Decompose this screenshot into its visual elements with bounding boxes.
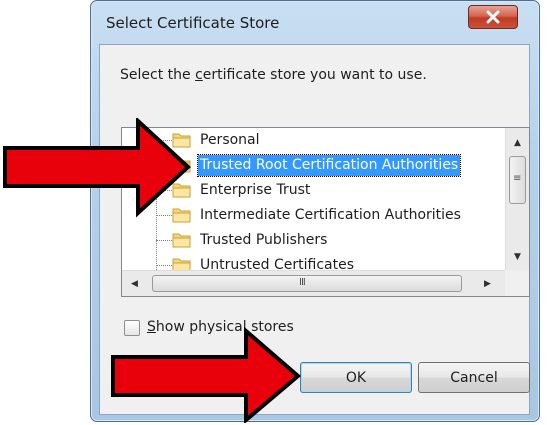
tree-connector-line — [156, 240, 172, 241]
vertical-scroll-thumb[interactable]: ≡ — [509, 156, 526, 204]
grip-icon: ≡ — [513, 173, 521, 184]
tree-item-label[interactable]: Trusted Publishers — [198, 230, 329, 251]
dialog-title: Select Certificate Store — [106, 14, 280, 32]
horizontal-scroll-thumb[interactable]: III — [152, 275, 462, 292]
scroll-right-arrow-icon[interactable]: ▶ — [484, 279, 491, 289]
scroll-left-arrow-icon[interactable]: ◀ — [131, 279, 138, 289]
tree-item-label[interactable]: Intermediate Certification Authorities — [198, 205, 463, 226]
folder-icon — [172, 258, 191, 270]
tree-item-label[interactable]: Untrusted Certificates — [198, 255, 356, 270]
tree-item-store[interactable]: Untrusted Certificates — [122, 253, 505, 270]
tree-connector-line — [156, 265, 172, 266]
red-arrow-annotation-icon — [111, 327, 302, 423]
scroll-up-arrow-icon[interactable]: ▲ — [514, 138, 521, 148]
scroll-down-arrow-icon[interactable]: ▼ — [514, 252, 521, 262]
tree-item-label[interactable]: Enterprise Trust — [198, 180, 312, 201]
cancel-button[interactable]: Cancel — [418, 362, 530, 393]
tree-item-label[interactable]: Trusted Root Certification Authorities — [196, 154, 462, 177]
title-bar[interactable]: Select Certificate Store — [91, 1, 539, 45]
red-arrow-annotation-icon — [3, 118, 191, 218]
folder-icon — [172, 233, 191, 248]
horizontal-scrollbar[interactable]: ◀ III ▶ — [122, 270, 505, 296]
screenshot: Select Certificate Store Select the cert… — [0, 0, 547, 425]
instruction-text: Select the certificate store you want to… — [120, 67, 427, 83]
close-icon — [486, 10, 500, 24]
scrollbar-corner — [505, 270, 529, 296]
tree-item-store[interactable]: Trusted Publishers — [122, 228, 505, 253]
ok-button[interactable]: OK — [300, 362, 412, 393]
grip-icon: III — [299, 277, 306, 288]
close-button[interactable] — [468, 5, 518, 29]
vertical-scrollbar[interactable]: ▲ ≡ ▼ — [505, 128, 529, 270]
tree-item-label[interactable]: Personal — [198, 130, 262, 151]
